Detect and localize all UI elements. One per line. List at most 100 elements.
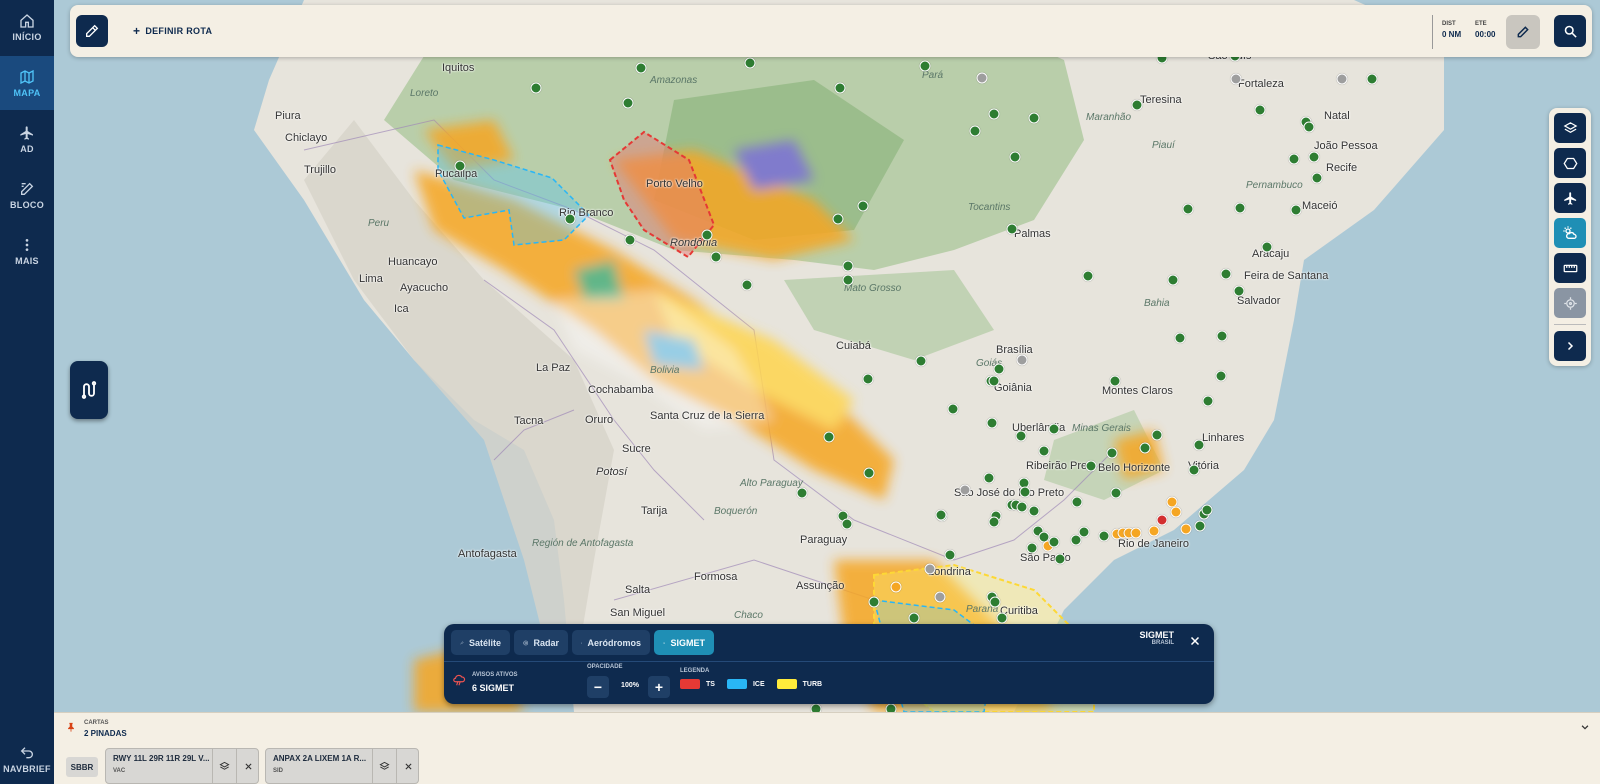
aerodrome-marker[interactable]	[1290, 204, 1302, 216]
aerodrome-marker[interactable]	[863, 467, 875, 479]
aerodrome-marker[interactable]	[1131, 99, 1143, 111]
aerodrome-marker[interactable]	[976, 72, 988, 84]
aerodrome-marker[interactable]	[1233, 285, 1245, 297]
aerodrome-marker[interactable]	[1230, 73, 1242, 85]
aerodrome-marker[interactable]	[834, 82, 846, 94]
ruler-button[interactable]	[1554, 253, 1586, 283]
layers-button[interactable]	[1554, 113, 1586, 143]
aerodrome-marker[interactable]	[1110, 487, 1122, 499]
aerodrome-marker[interactable]	[1216, 330, 1228, 342]
aerodrome-marker[interactable]	[1085, 460, 1097, 472]
map-canvas[interactable]: Amazonas Pará Maranhão Piauí Tocantins M…	[54, 0, 1600, 712]
aerodrome-marker[interactable]	[1028, 112, 1040, 124]
aerodrome-marker[interactable]	[710, 251, 722, 263]
aerodrome-marker[interactable]	[842, 260, 854, 272]
close-panel-button[interactable]	[1187, 633, 1203, 649]
aerodrome-marker[interactable]	[934, 591, 946, 603]
aerodrome-marker[interactable]	[1311, 172, 1323, 184]
aerodrome-marker[interactable]	[988, 516, 1000, 528]
aerodrome-marker[interactable]	[947, 403, 959, 415]
aerodrome-marker[interactable]	[915, 355, 927, 367]
aerodrome-marker[interactable]	[624, 234, 636, 246]
edit-button[interactable]	[1506, 15, 1540, 49]
aerodrome-marker[interactable]	[1009, 151, 1021, 163]
aerodrome-marker[interactable]	[842, 274, 854, 286]
define-route-button[interactable]: + DEFINIR ROTA	[133, 24, 212, 38]
expand-tools-button[interactable]	[1554, 331, 1586, 361]
nav-more[interactable]: MAIS	[0, 224, 54, 278]
airport-code-badge[interactable]: SBBR	[66, 757, 98, 777]
aerodrome-marker[interactable]	[1054, 553, 1066, 565]
aerodrome-marker[interactable]	[1048, 423, 1060, 435]
chart-card[interactable]: ANPAX 2A LIXEM 1A R... SID	[265, 748, 419, 784]
aerodrome-marker[interactable]	[862, 373, 874, 385]
aerodrome-marker[interactable]	[885, 703, 897, 712]
aerodrome-marker[interactable]	[1151, 429, 1163, 441]
aerodrome-marker[interactable]	[989, 596, 1001, 608]
tab-satellite[interactable]: Satélite	[451, 630, 510, 655]
aerodrome-marker[interactable]	[701, 229, 713, 241]
aerodrome-marker[interactable]	[935, 509, 947, 521]
aerodrome-marker[interactable]	[959, 484, 971, 496]
opacity-increase-button[interactable]: +	[648, 676, 670, 698]
aerodrome-marker[interactable]	[857, 200, 869, 212]
weather-button[interactable]	[1554, 218, 1586, 248]
chart-card-close-button[interactable]	[396, 749, 420, 783]
aerodrome-marker[interactable]	[1028, 505, 1040, 517]
aerodrome-marker[interactable]	[1048, 536, 1060, 548]
aerodrome-marker[interactable]	[1026, 542, 1038, 554]
chevron-down-icon[interactable]	[1580, 722, 1590, 732]
aerodrome-marker[interactable]	[832, 213, 844, 225]
nav-home[interactable]: INÍCIO	[0, 0, 54, 54]
aerodrome-marker[interactable]	[986, 417, 998, 429]
aerodrome-marker[interactable]	[1109, 375, 1121, 387]
aerodrome-marker[interactable]	[564, 213, 576, 225]
aerodrome-marker[interactable]	[1098, 530, 1110, 542]
aerodrome-marker[interactable]	[796, 487, 808, 499]
locate-button[interactable]	[1554, 288, 1586, 318]
aerodrome-marker[interactable]	[919, 60, 931, 72]
aerodrome-marker[interactable]	[1366, 73, 1378, 85]
aerodrome-marker[interactable]	[1038, 445, 1050, 457]
aerodrome-marker[interactable]	[1019, 486, 1031, 498]
aerodrome-marker[interactable]	[622, 97, 634, 109]
aerodrome-marker[interactable]	[996, 612, 1008, 624]
aerodrome-marker[interactable]	[890, 581, 902, 593]
aerodrome-marker[interactable]	[993, 363, 1005, 375]
tab-radar[interactable]: Radar	[514, 630, 568, 655]
aerodrome-marker[interactable]	[1188, 464, 1200, 476]
aerodrome-marker[interactable]	[868, 596, 880, 608]
aerodrome-marker[interactable]	[1016, 501, 1028, 513]
chart-card[interactable]: RWY 11L 29R 11R 29L V... VAC	[105, 748, 259, 784]
aerodrome-marker[interactable]	[841, 518, 853, 530]
aerodrome-marker[interactable]	[1156, 514, 1168, 526]
aerodrome-marker[interactable]	[1148, 525, 1160, 537]
aerodrome-marker[interactable]	[1170, 506, 1182, 518]
nav-notepad[interactable]: BLOCO	[0, 168, 54, 222]
aerodrome-marker[interactable]	[924, 563, 936, 575]
aerodrome-marker[interactable]	[1234, 202, 1246, 214]
aerodrome-marker[interactable]	[1215, 370, 1227, 382]
chart-card-close-button[interactable]	[236, 749, 260, 783]
aerodrome-marker[interactable]	[1071, 496, 1083, 508]
aerodrome-marker[interactable]	[908, 612, 920, 624]
tab-sigmet[interactable]: SIGMET	[654, 630, 714, 655]
aerodrome-marker[interactable]	[1167, 274, 1179, 286]
aerodrome-marker[interactable]	[454, 160, 466, 172]
opacity-decrease-button[interactable]: −	[587, 676, 609, 698]
aerodrome-marker[interactable]	[1201, 504, 1213, 516]
aerodrome-marker[interactable]	[988, 375, 1000, 387]
polygon-button[interactable]	[1554, 148, 1586, 178]
aerodrome-marker[interactable]	[741, 279, 753, 291]
aerodrome-marker[interactable]	[530, 82, 542, 94]
draw-route-button[interactable]	[76, 15, 108, 47]
chart-card-layers-button[interactable]	[212, 749, 236, 783]
aerodrome-marker[interactable]	[1015, 430, 1027, 442]
aerodrome-marker[interactable]	[1130, 527, 1142, 539]
aerodrome-marker[interactable]	[1006, 223, 1018, 235]
aerodrome-marker[interactable]	[1139, 442, 1151, 454]
aerodrome-marker[interactable]	[1202, 395, 1214, 407]
aerodrome-marker[interactable]	[1106, 447, 1118, 459]
aerodrome-marker[interactable]	[969, 125, 981, 137]
chart-card-layers-button[interactable]	[372, 749, 396, 783]
